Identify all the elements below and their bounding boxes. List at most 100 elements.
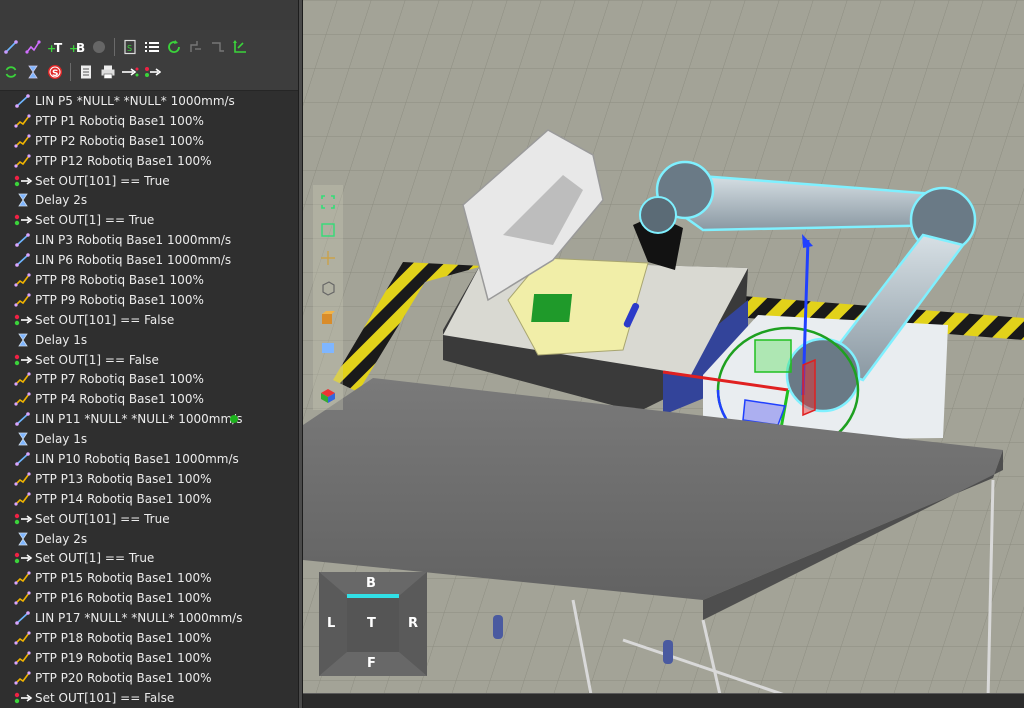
delay-command-icon — [13, 191, 33, 209]
io-out-icon[interactable] — [119, 61, 141, 83]
toolbar-separator — [114, 38, 115, 56]
program-line[interactable]: Delay 2s — [0, 529, 298, 549]
delay-icon[interactable] — [22, 61, 44, 83]
program-line-label: Set OUT[101] == False — [35, 312, 175, 327]
program-line-label: PTP P18 Robotiq Base1 100% — [35, 630, 212, 645]
program-line[interactable]: PTP P16 Robotiq Base1 100% — [0, 588, 298, 608]
cube-face-right[interactable]: R — [408, 616, 418, 631]
delay-command-icon — [13, 530, 33, 548]
loop-icon[interactable] — [163, 36, 185, 58]
program-line[interactable]: Set OUT[1] == False — [0, 350, 298, 370]
camera-mode-icon[interactable] — [317, 337, 339, 359]
program-toolbar: + T + B S S — [0, 30, 298, 91]
program-line[interactable]: LIN P17 *NULL* *NULL* 1000mm/s — [0, 608, 298, 628]
program-line-label: Set OUT[1] == True — [35, 551, 155, 566]
program-line[interactable]: Delay 1s — [0, 330, 298, 350]
svg-text:S: S — [52, 69, 58, 79]
program-line[interactable]: PTP P14 Robotiq Base1 100% — [0, 489, 298, 509]
tool-t-icon[interactable]: + T — [44, 36, 66, 58]
program-line[interactable]: PTP P8 Robotiq Base1 100% — [0, 270, 298, 290]
program-line-label: PTP P2 Robotiq Base1 100% — [35, 133, 204, 148]
program-line-label: PTP P14 Robotiq Base1 100% — [35, 491, 212, 506]
program-line-label: Delay 2s — [35, 193, 88, 208]
cube-face-center[interactable]: T — [367, 616, 376, 631]
cube-view-icon[interactable] — [317, 277, 339, 299]
ptp-command-icon — [13, 271, 33, 289]
lin-command-icon — [13, 251, 33, 269]
teach-icon[interactable] — [185, 36, 207, 58]
program-line-label: Delay 1s — [35, 432, 88, 447]
material-icon[interactable] — [317, 385, 339, 407]
ptp-command-icon — [13, 589, 33, 607]
program-line[interactable]: PTP P7 Robotiq Base1 100% — [0, 369, 298, 389]
program-line[interactable]: Set OUT[101] == False — [0, 310, 298, 330]
ptp-command-icon — [13, 132, 33, 150]
toolbar-row-1: + T + B S — [0, 34, 251, 60]
sub-program-icon[interactable]: S — [119, 36, 141, 58]
program-panel: + T + B S S LIN P5 *NULL* *NULL* 1000mm/s P… — [0, 0, 298, 708]
program-line[interactable]: PTP P20 Robotiq Base1 100% — [0, 668, 298, 688]
pan-icon[interactable] — [317, 247, 339, 269]
toolbar-row-2: S — [0, 59, 163, 85]
ptp-icon[interactable] — [22, 36, 44, 58]
program-line[interactable]: LIN P6 Robotiq Base1 1000mm/s — [0, 250, 298, 270]
lin-command-icon — [13, 92, 33, 110]
print-icon[interactable] — [97, 61, 119, 83]
program-line-label: LIN P11 *NULL* *NULL* 1000mm/s — [35, 412, 243, 427]
program-line-label: PTP P7 Robotiq Base1 100% — [35, 372, 204, 387]
program-line[interactable]: LIN P10 Robotiq Base1 1000mm/s — [0, 449, 298, 469]
cube-face-bottom[interactable]: F — [367, 656, 376, 671]
program-line[interactable]: Delay 1s — [0, 429, 298, 449]
program-line[interactable]: Set OUT[101] == True — [0, 509, 298, 529]
program-line-label: PTP P16 Robotiq Base1 100% — [35, 591, 212, 606]
program-line[interactable]: PTP P9 Robotiq Base1 100% — [0, 290, 298, 310]
program-line-label: PTP P4 Robotiq Base1 100% — [35, 392, 204, 407]
ptp-command-icon — [13, 629, 33, 647]
green-pcb — [531, 294, 573, 322]
cube-face-top[interactable]: B — [366, 576, 376, 591]
program-line-label: Set OUT[1] == True — [35, 213, 155, 228]
program-line-label: Delay 1s — [35, 332, 88, 347]
program-line-label: PTP P12 Robotiq Base1 100% — [35, 153, 212, 168]
program-line-label: PTP P20 Robotiq Base1 100% — [35, 670, 212, 685]
zoom-box-icon[interactable] — [317, 219, 339, 241]
program-line[interactable]: Set OUT[101] == True — [0, 171, 298, 191]
navigation-cube[interactable]: B L T R F — [319, 572, 427, 676]
program-line[interactable]: PTP P18 Robotiq Base1 100% — [0, 628, 298, 648]
program-line-label: Set OUT[1] == False — [35, 352, 159, 367]
program-line[interactable]: PTP P2 Robotiq Base1 100% — [0, 131, 298, 151]
fit-view-icon[interactable] — [317, 191, 339, 213]
program-line[interactable]: Set OUT[101] == False — [0, 688, 298, 708]
list-icon[interactable] — [141, 36, 163, 58]
lin-icon[interactable] — [0, 36, 22, 58]
program-line[interactable]: PTP P15 Robotiq Base1 100% — [0, 568, 298, 588]
program-line-label: LIN P3 Robotiq Base1 1000mm/s — [35, 233, 232, 248]
program-line[interactable]: PTP P19 Robotiq Base1 100% — [0, 648, 298, 668]
program-line[interactable]: LIN P5 *NULL* *NULL* 1000mm/s — [0, 91, 298, 111]
program-line-label: LIN P10 Robotiq Base1 1000mm/s — [35, 451, 239, 466]
program-line[interactable]: LIN P11 *NULL* *NULL* 1000mm/s — [0, 409, 298, 429]
program-line[interactable]: PTP P13 Robotiq Base1 100% — [0, 469, 298, 489]
program-line[interactable]: PTP P4 Robotiq Base1 100% — [0, 389, 298, 409]
refresh-icon[interactable] — [0, 61, 22, 83]
reteach-icon[interactable] — [207, 36, 229, 58]
program-line[interactable]: Set OUT[1] == True — [0, 548, 298, 568]
stop-icon[interactable]: S — [44, 61, 66, 83]
program-line[interactable]: Delay 2s — [0, 190, 298, 210]
ptp-command-icon — [13, 390, 33, 408]
frame-icon[interactable] — [229, 36, 251, 58]
record-icon[interactable] — [88, 36, 110, 58]
3d-viewport[interactable]: B L T R F — [303, 0, 1024, 708]
program-line[interactable]: PTP P12 Robotiq Base1 100% — [0, 151, 298, 171]
box-mode-icon[interactable] — [317, 307, 339, 329]
program-line[interactable]: PTP P1 Robotiq Base1 100% — [0, 111, 298, 131]
ptp-command-icon — [13, 649, 33, 667]
io-set-icon[interactable] — [141, 61, 163, 83]
base-b-icon[interactable]: + B — [66, 36, 88, 58]
cube-face-left[interactable]: L — [327, 616, 335, 631]
view-tools-bar — [313, 185, 343, 410]
program-line[interactable]: Set OUT[1] == True — [0, 210, 298, 230]
program-line[interactable]: LIN P3 Robotiq Base1 1000mm/s — [0, 230, 298, 250]
document-icon[interactable] — [75, 61, 97, 83]
out-command-icon — [13, 351, 33, 369]
